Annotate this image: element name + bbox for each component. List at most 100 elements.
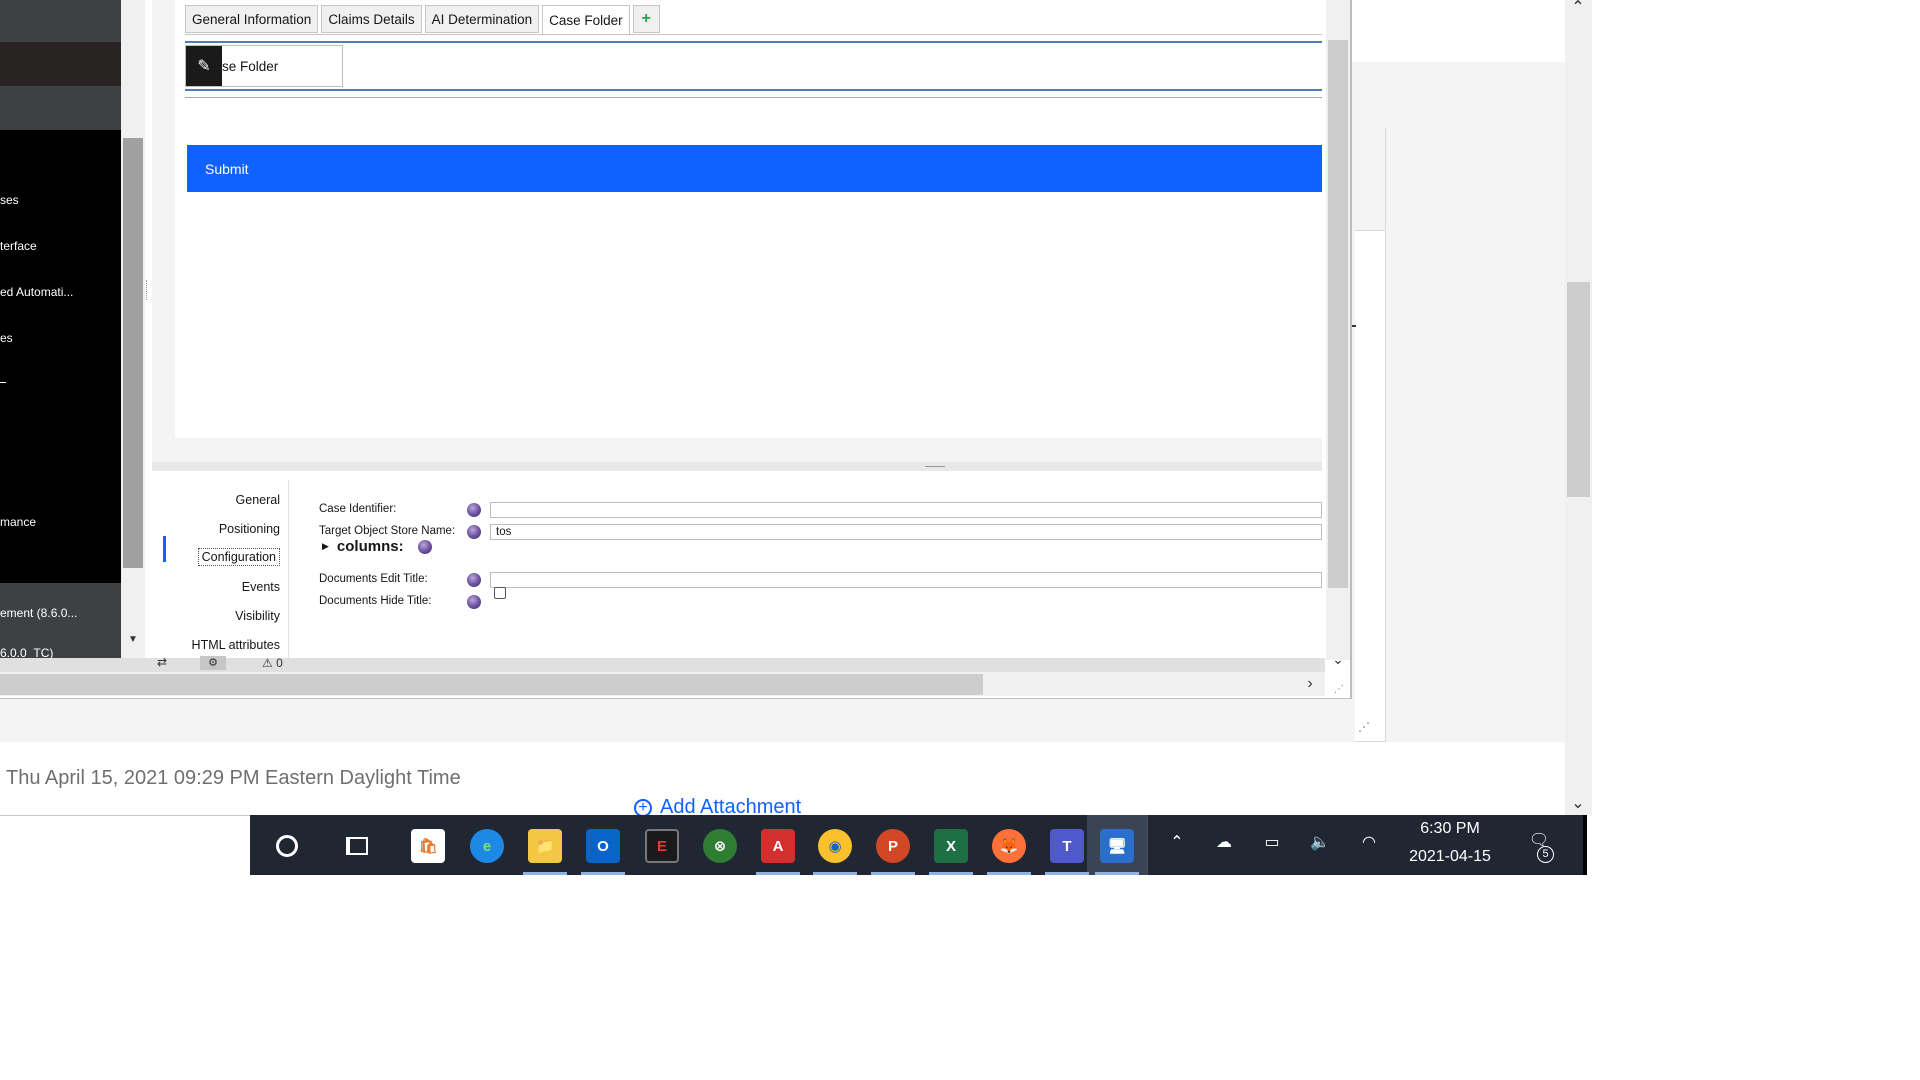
app-e-icon[interactable]: E xyxy=(645,829,679,863)
documents-hide-title-label: Documents Hide Title: xyxy=(319,595,432,607)
pencil-icon[interactable]: ✎ xyxy=(186,46,222,86)
columns-label: columns: xyxy=(336,538,404,555)
running-indicator xyxy=(871,872,915,875)
case-folder-label: se Folder xyxy=(222,58,279,74)
splitter-grip[interactable] xyxy=(925,466,945,469)
case-folder-section xyxy=(185,41,1322,91)
caret-right-icon: ▶ xyxy=(322,541,329,551)
running-indicator xyxy=(987,872,1031,875)
running-indicator xyxy=(523,872,567,875)
properties-splitter[interactable] xyxy=(152,462,1322,471)
firefox-icon[interactable]: 🦊 xyxy=(992,829,1026,863)
nav-header-block xyxy=(0,0,121,42)
chrome-icon[interactable]: ◉ xyxy=(818,829,852,863)
timestamp-text: Thu April 15, 2021 09:29 PM Eastern Dayl… xyxy=(6,767,461,789)
tab-ai-determination[interactable]: AI Determination xyxy=(424,5,540,33)
volume-icon[interactable]: 🔈 xyxy=(1306,832,1334,858)
chevron-up-icon[interactable]: ⌃ xyxy=(1568,0,1588,16)
props-nav-events[interactable]: Events xyxy=(152,580,288,594)
edge-icon[interactable]: e xyxy=(470,829,504,863)
tab-claims-details[interactable]: Claims Details xyxy=(321,5,422,33)
binding-icon[interactable] xyxy=(467,573,481,587)
chevron-down-icon[interactable]: ⌄ xyxy=(1568,793,1588,812)
binding-icon[interactable] xyxy=(467,525,481,539)
canvas-scrollbar-thumb[interactable] xyxy=(1328,40,1348,588)
powerpoint-icon[interactable]: P xyxy=(876,829,910,863)
splitter-handle[interactable] xyxy=(146,280,149,300)
chevron-up-icon[interactable]: ⌃ xyxy=(1163,832,1191,858)
case-folder-widget[interactable]: ✎ se Folder xyxy=(185,45,343,87)
file-explorer-icon[interactable]: 📁 xyxy=(528,829,562,863)
columns-expander[interactable]: ▶ columns: xyxy=(322,538,432,555)
page-scrollbar-thumb[interactable] xyxy=(1567,282,1590,497)
task-view-icon[interactable] xyxy=(340,829,374,863)
remote-desktop-icon[interactable]: 🖥 xyxy=(1100,829,1134,863)
clock-date[interactable]: 2021-04-15 xyxy=(1400,848,1500,866)
binding-icon[interactable] xyxy=(467,595,481,609)
warning-icon: ⚠ xyxy=(262,656,273,670)
documents-edit-title-input[interactable] xyxy=(490,572,1322,588)
battery-icon[interactable]: ▭ xyxy=(1258,832,1286,858)
excel-icon[interactable]: X xyxy=(934,829,968,863)
active-nav-indicator xyxy=(163,536,166,562)
target-object-store-input[interactable] xyxy=(490,524,1322,540)
case-identifier-input[interactable] xyxy=(490,502,1322,518)
chevron-right-icon[interactable]: › xyxy=(1300,674,1320,694)
task-view-shape xyxy=(346,837,368,855)
left-navigation: ses terface ed Automati... es mance emen… xyxy=(0,0,121,660)
status-bar: ⇄ ⚙ ⚠ 0 xyxy=(0,655,1325,672)
props-nav-configuration[interactable]: Configuration xyxy=(152,548,288,566)
store-icon[interactable]: 🛍 xyxy=(411,829,445,863)
teams-icon[interactable]: T xyxy=(1050,829,1084,863)
props-nav-positioning[interactable]: Positioning xyxy=(152,522,288,536)
binding-icon[interactable] xyxy=(417,539,432,554)
tab-case-folder[interactable]: Case Folder xyxy=(542,5,630,36)
nav-item[interactable]: mance xyxy=(0,515,121,529)
running-indicator xyxy=(813,872,857,875)
nav-item[interactable]: ement (8.6.0... xyxy=(0,606,121,620)
notification-badge: 5 xyxy=(1537,846,1554,863)
nav-item[interactable]: es xyxy=(0,331,121,345)
chevron-down-icon[interactable]: ⌄ xyxy=(1328,652,1348,666)
outlook-icon[interactable]: O xyxy=(586,829,620,863)
submit-button[interactable]: Submit xyxy=(187,145,1322,192)
resize-grip-icon[interactable]: ⋰ xyxy=(1334,684,1346,696)
running-indicator xyxy=(1095,872,1139,875)
add-tab-button[interactable]: + xyxy=(632,5,660,33)
horizontal-scrollbar-thumb[interactable] xyxy=(0,674,983,695)
binding-icon[interactable] xyxy=(467,503,481,517)
acrobat-icon[interactable]: A xyxy=(761,829,795,863)
plus-circle-icon: + xyxy=(634,798,652,817)
nav-item[interactable]: ses xyxy=(0,193,121,207)
resize-grip-icon[interactable]: ⋰ xyxy=(1358,720,1374,736)
target-object-store-label: Target Object Store Name: xyxy=(319,525,456,537)
nav-item[interactable]: terface xyxy=(0,239,121,253)
gear-icon[interactable]: ⚙ xyxy=(200,656,226,670)
warning-count-value: 0 xyxy=(276,656,283,670)
tab-general-information[interactable]: General Information xyxy=(185,5,319,33)
props-nav-visibility[interactable]: Visibility xyxy=(152,609,288,623)
props-nav-html-attributes[interactable]: HTML attributes xyxy=(152,638,288,652)
onedrive-icon[interactable]: ☁ xyxy=(1210,832,1238,858)
warning-count[interactable]: ⚠ 0 xyxy=(262,656,283,670)
search-ring xyxy=(276,835,298,857)
show-desktop-button[interactable] xyxy=(1583,815,1587,875)
nav-footer-block: ement (8.6.0... 6.0.0_TC) xyxy=(0,583,121,660)
background-panel-header xyxy=(1355,128,1385,231)
section-divider xyxy=(185,97,1322,98)
documents-hide-title-checkbox[interactable] xyxy=(494,587,506,599)
nav-header-block xyxy=(0,42,121,86)
caret-down-icon[interactable]: ▼ xyxy=(123,634,143,650)
nav-item[interactable]: ed Automati... xyxy=(0,285,121,299)
clock-time[interactable]: 6:30 PM xyxy=(1400,820,1500,838)
nav-header-block xyxy=(0,86,121,130)
props-nav-general[interactable]: General xyxy=(152,493,288,507)
search-icon[interactable] xyxy=(270,829,304,863)
wifi-icon[interactable]: ◠ xyxy=(1355,832,1383,858)
case-identifier-label: Case Identifier: xyxy=(319,503,397,515)
sync-icon[interactable]: ⇄ xyxy=(157,655,167,669)
properties-nav: General Positioning Configuration Events… xyxy=(152,480,289,658)
nav-scrollbar-thumb[interactable] xyxy=(123,138,143,568)
taskbar-left-area xyxy=(0,815,250,875)
xbox-icon[interactable]: ⊗ xyxy=(703,829,737,863)
